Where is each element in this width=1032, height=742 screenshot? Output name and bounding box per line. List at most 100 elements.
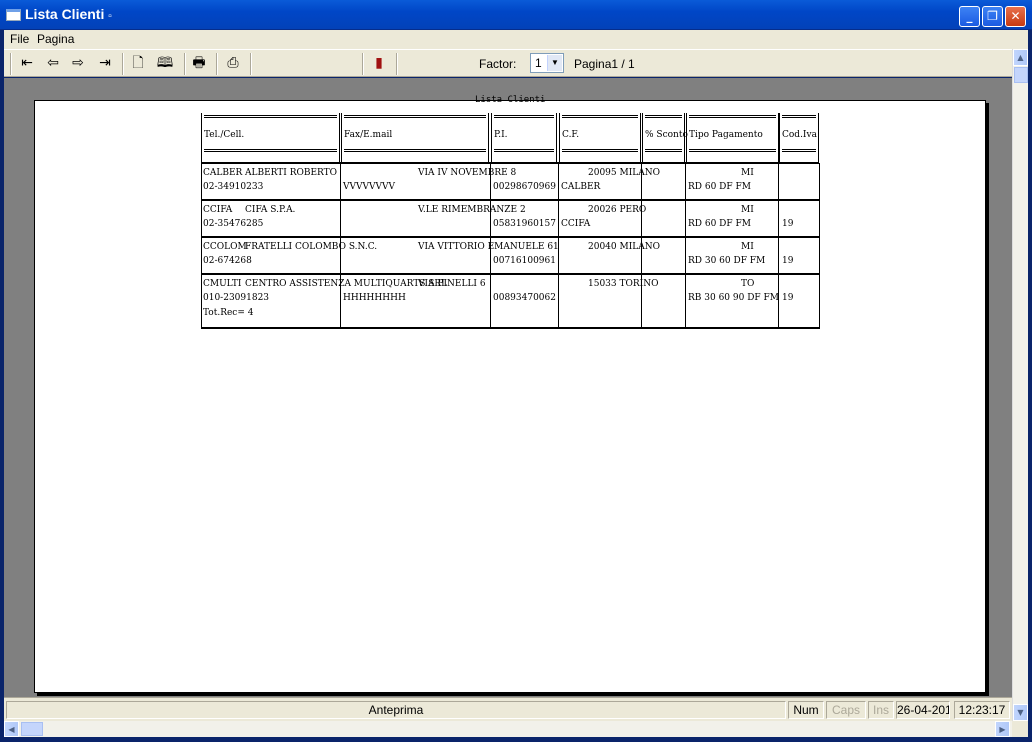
customer-vat-code: 19 [782, 293, 794, 303]
menu-bar: File Pagina [4, 30, 1028, 49]
column-divider [778, 163, 779, 329]
status-time: 12:23:17 [954, 701, 1010, 719]
column-header: Tipo Pagamento [686, 113, 779, 163]
customer-fax: VVVVVVVV [343, 182, 395, 192]
exit-icon[interactable]: ▮ [368, 53, 390, 73]
toolbar-separator [10, 53, 12, 75]
customer-address: VIA IV NOVEMBRE 8 [418, 168, 517, 178]
vertical-scroll-thumb[interactable] [1014, 67, 1028, 83]
toolbar-separator [216, 53, 218, 75]
menu-file[interactable]: File [10, 32, 29, 46]
row-divider [201, 162, 819, 164]
customer-province: MI [741, 168, 754, 178]
factor-select[interactable]: 1 ▼ [530, 53, 564, 73]
customer-vat-code: 19 [782, 256, 794, 266]
window-title: Lista Clienti [25, 6, 105, 22]
customer-fax: HHHHHHHH [343, 293, 406, 303]
scroll-down-icon[interactable]: ▼ [1013, 704, 1028, 721]
customer-phone: 010-23091823 [203, 293, 270, 303]
customer-payment: RB 30 60 90 DF FM [688, 293, 779, 303]
customer-city: 15033 TORINO [588, 279, 659, 289]
chevron-down-icon[interactable]: ▼ [547, 55, 562, 71]
factor-value: 1 [535, 56, 542, 70]
customer-vat: 00893470062 [493, 293, 556, 303]
report-table: Tel./Cell. Fax/E.mail P.I. C.F. % Sconto… [201, 113, 821, 331]
factor-label: Factor: [479, 57, 517, 71]
horizontal-scroll-thumb[interactable] [21, 722, 43, 736]
column-divider [685, 163, 686, 329]
customer-fiscal-code: CCIFA [561, 219, 591, 229]
customer-payment: RD 60 DF FM [688, 182, 751, 192]
customer-code: CALBER [203, 168, 243, 178]
customer-fiscal-code: CALBER [561, 182, 601, 192]
maximize-button[interactable]: ❐ [982, 6, 1003, 27]
column-divider [819, 163, 820, 329]
status-ins: Ins [868, 701, 894, 719]
prev-page-icon[interactable]: ⇦ [42, 53, 64, 73]
next-page-icon[interactable]: ⇨ [67, 53, 89, 73]
minimize-button[interactable]: _ [959, 6, 980, 27]
customer-phone: 02-35476285 [203, 219, 264, 229]
customer-name: FRATELLI COLOMBO S.N.C. [245, 242, 378, 252]
customer-name: CIFA S.P.A. [245, 205, 296, 215]
customer-name: ALBERTI ROBERTO [245, 168, 338, 178]
report-page: Lista Clienti Tel./Cell. Fax/E.mail P.I.… [34, 95, 986, 693]
customer-name: CENTRO ASSISTENZA MULTIQUARTS SRL [245, 279, 448, 289]
window-icon [6, 9, 21, 21]
horizontal-scrollbar[interactable]: ◀ ▶ [4, 721, 1012, 737]
toolbar: ⇤ ⇦ ⇨ ⇥ 🗋 🕮 🖶 ⎙ ▮ Factor: 1 ▼ Pagina1 / … [4, 49, 1012, 77]
single-page-icon[interactable]: 🗋 [127, 53, 149, 73]
customer-code: CCIFA [203, 205, 233, 215]
resize-grip[interactable] [1012, 721, 1028, 737]
scroll-left-icon[interactable]: ◀ [4, 721, 19, 737]
last-page-icon[interactable]: ⇥ [94, 53, 116, 73]
record-total: Tot.Rec= 4 [203, 308, 254, 318]
status-mode: Anteprima [6, 701, 786, 719]
toolbar-separator [122, 53, 124, 75]
close-button[interactable]: ✕ [1005, 6, 1026, 27]
customer-phone: 02-34910233 [203, 182, 264, 192]
customer-address: VIA VITTORIO EMANUELE 61 [418, 242, 559, 252]
customer-city: 20040 MILANO [588, 242, 660, 252]
status-num: Num [788, 701, 824, 719]
two-pages-icon[interactable]: 🕮 [154, 53, 176, 73]
customer-payment: RD 30 60 DF FM [688, 256, 766, 266]
page-indicator: Pagina1 / 1 [574, 57, 635, 71]
column-header: Tel./Cell. [201, 113, 340, 163]
first-page-icon[interactable]: ⇤ [16, 53, 38, 73]
customer-province: MI [741, 242, 754, 252]
status-date: 26-04-2016 [896, 701, 950, 719]
title-bar[interactable]: Lista Clienti ▫ _ ❐ ✕ [0, 0, 1032, 30]
vertical-scrollbar[interactable]: ▲ ▼ [1012, 49, 1028, 721]
customer-vat: 05831960157 [493, 219, 556, 229]
status-bar: Anteprima Num Caps Ins 26-04-2016 12:23:… [4, 697, 1012, 721]
customer-vat-code: 19 [782, 219, 794, 229]
column-header: Cod.Iva [779, 113, 819, 163]
toolbar-separator [362, 53, 364, 75]
row-divider [201, 236, 819, 238]
customer-city: 20095 MILANO [588, 168, 660, 178]
print-icon[interactable]: 🖶 [188, 53, 210, 73]
customer-province: MI [741, 205, 754, 215]
row-divider [201, 199, 819, 201]
scroll-up-icon[interactable]: ▲ [1013, 49, 1028, 66]
menu-pagina[interactable]: Pagina [37, 32, 74, 46]
row-divider [201, 327, 819, 329]
customer-payment: RD 60 DF FM [688, 219, 751, 229]
customer-address: V.LE RIMEMBRANZE 2 [418, 205, 526, 215]
customer-phone: 02-674268 [203, 256, 252, 266]
scroll-right-icon[interactable]: ▶ [995, 721, 1010, 737]
app-window: Lista Clienti ▫ _ ❐ ✕ File Pagina ⇤ ⇦ ⇨ … [0, 0, 1032, 742]
customer-code: CCOLOM [203, 242, 247, 252]
print-setup-icon[interactable]: ⎙ [222, 53, 244, 73]
column-divider [201, 163, 202, 329]
column-header: C.F. [559, 113, 641, 163]
column-header: Fax/E.mail [341, 113, 489, 163]
preview-area: Lista Clienti Tel./Cell. Fax/E.mail P.I.… [4, 78, 1012, 697]
row-divider [201, 273, 819, 275]
column-header: P.I. [491, 113, 557, 163]
report-title: Lista Clienti [475, 95, 546, 104]
toolbar-separator [250, 53, 252, 75]
customer-city: 20026 PERO [588, 205, 647, 215]
title-marker: ▫ [108, 11, 112, 22]
